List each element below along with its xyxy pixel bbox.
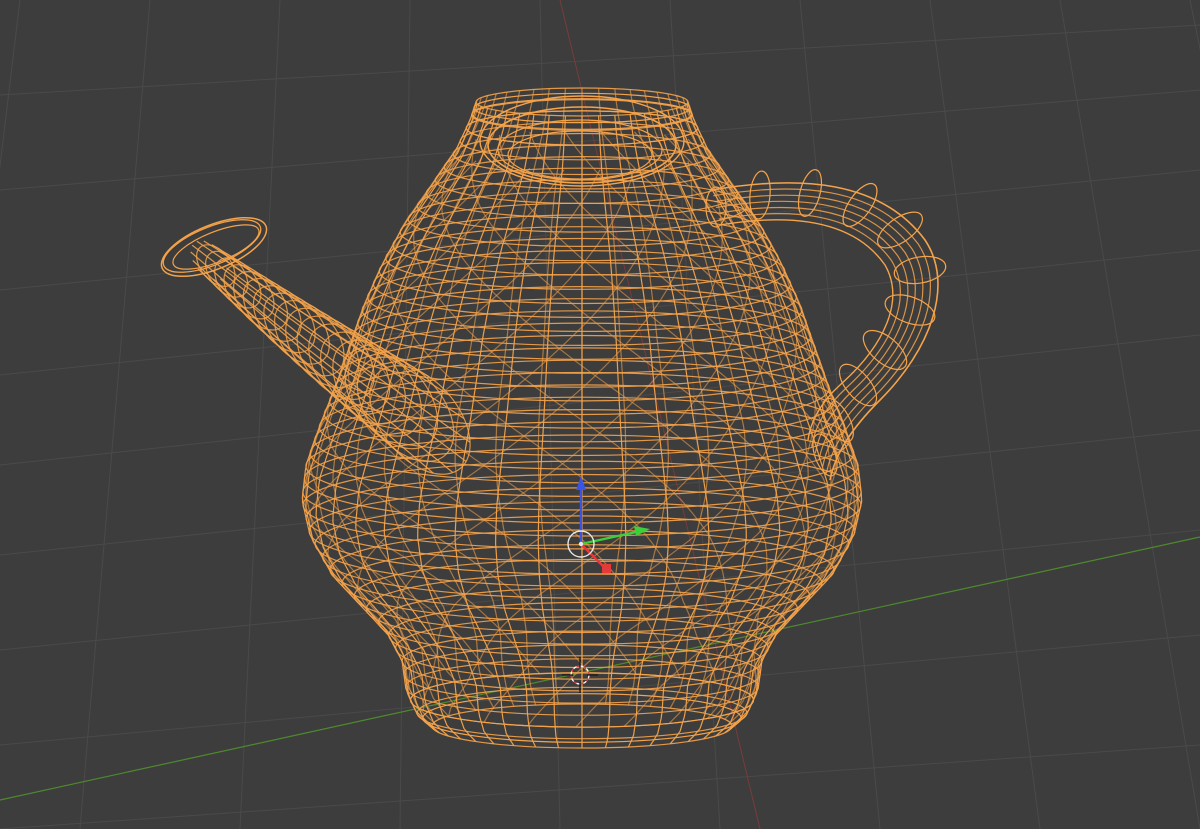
gizmo-x-handle[interactable] bbox=[602, 564, 611, 573]
3d-viewport[interactable] bbox=[0, 0, 1200, 829]
origin-dot bbox=[578, 541, 584, 547]
